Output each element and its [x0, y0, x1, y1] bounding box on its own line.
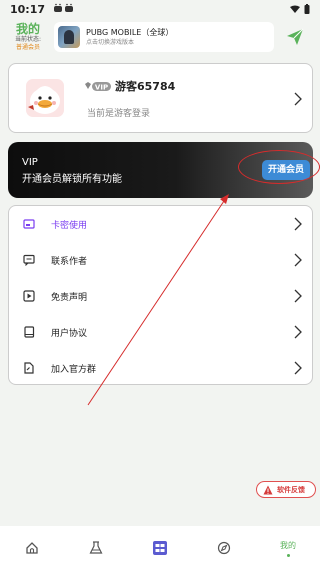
status-right — [290, 4, 310, 14]
menu-item-join-group[interactable]: 加入官方群 — [9, 350, 314, 386]
flask-icon — [89, 541, 103, 554]
game-text: PUBG MOBILE（全球） 点击切换游戏版本 — [86, 27, 173, 47]
nav-tab-mine[interactable]: 我的 — [256, 526, 320, 570]
feedback-label: 软件反馈 — [277, 485, 305, 494]
header-left: 我的 当前状态: 普通会员 — [8, 22, 48, 52]
vip-title: VIP — [22, 157, 38, 168]
menu-item-card-redeem[interactable]: 卡密使用 — [9, 206, 314, 242]
book-icon — [24, 326, 35, 338]
menu-item-contact-author[interactable]: 联系作者 — [9, 242, 314, 278]
vip-badge-icon: VIP — [85, 82, 111, 91]
vip-subtitle: 开通会员解锁所有功能 — [22, 174, 122, 185]
login-hint: 当前是游客登录 — [87, 109, 151, 119]
chat-icon — [23, 254, 35, 266]
menu-item-user-agreement[interactable]: 用户协议 — [9, 314, 314, 350]
android-notification-icons — [53, 3, 75, 16]
grid-icon — [153, 541, 167, 555]
profile-card[interactable]: VIP 游客65784 当前是游客登录 — [8, 63, 313, 133]
send-icon[interactable] — [286, 28, 304, 46]
avatar[interactable] — [26, 79, 64, 117]
nav-tab-tools[interactable] — [64, 526, 128, 570]
chevron-right-icon — [294, 289, 302, 303]
chevron-right-icon — [294, 325, 302, 339]
bottom-nav: 我的 — [0, 526, 320, 570]
menu-list: 卡密使用 联系作者 免责声明 用户协议 加入官方群 — [8, 205, 313, 385]
username: 游客65784 — [115, 80, 176, 93]
nav-tab-discover[interactable] — [192, 526, 256, 570]
menu-label: 用户协议 — [51, 328, 88, 339]
feedback-button[interactable]: 软件反馈 — [256, 481, 316, 498]
game-thumbnail — [58, 26, 80, 48]
menu-label: 加入官方群 — [51, 364, 97, 375]
status-time: 10:17 — [10, 2, 46, 16]
card-icon — [23, 219, 35, 229]
group-icon — [24, 362, 34, 374]
play-icon — [23, 290, 35, 302]
membership-status-label: 当前状态: — [14, 36, 42, 43]
menu-label: 免责声明 — [51, 292, 88, 303]
page-title: 我的 — [15, 22, 40, 36]
chevron-right-icon — [294, 253, 302, 267]
wifi-icon — [290, 5, 300, 13]
home-icon — [26, 542, 38, 554]
menu-item-disclaimer[interactable]: 免责声明 — [9, 278, 314, 314]
warning-icon — [263, 485, 273, 494]
battery-icon — [304, 4, 310, 14]
chevron-right-icon — [294, 217, 302, 231]
menu-label: 联系作者 — [51, 256, 88, 267]
chevron-right-icon — [294, 361, 302, 375]
annotation-circle — [238, 150, 320, 184]
menu-label: 卡密使用 — [51, 220, 88, 231]
chevron-right-icon — [294, 92, 302, 106]
nav-tab-grid[interactable] — [128, 526, 192, 570]
game-subtitle: 点击切换游戏版本 — [86, 39, 135, 46]
status-bar: 10:17 — [0, 0, 320, 18]
game-name: PUBG MOBILE（全球） — [86, 28, 174, 37]
membership-level: 普通会员 — [15, 44, 40, 51]
active-indicator-dot — [286, 553, 290, 557]
game-selector[interactable]: PUBG MOBILE（全球） 点击切换游戏版本 — [54, 22, 274, 52]
compass-icon — [217, 541, 231, 555]
vip-badge-text: VIP — [95, 83, 108, 91]
nav-tab-label: 我的 — [280, 540, 296, 550]
nav-tab-home[interactable] — [0, 526, 64, 570]
